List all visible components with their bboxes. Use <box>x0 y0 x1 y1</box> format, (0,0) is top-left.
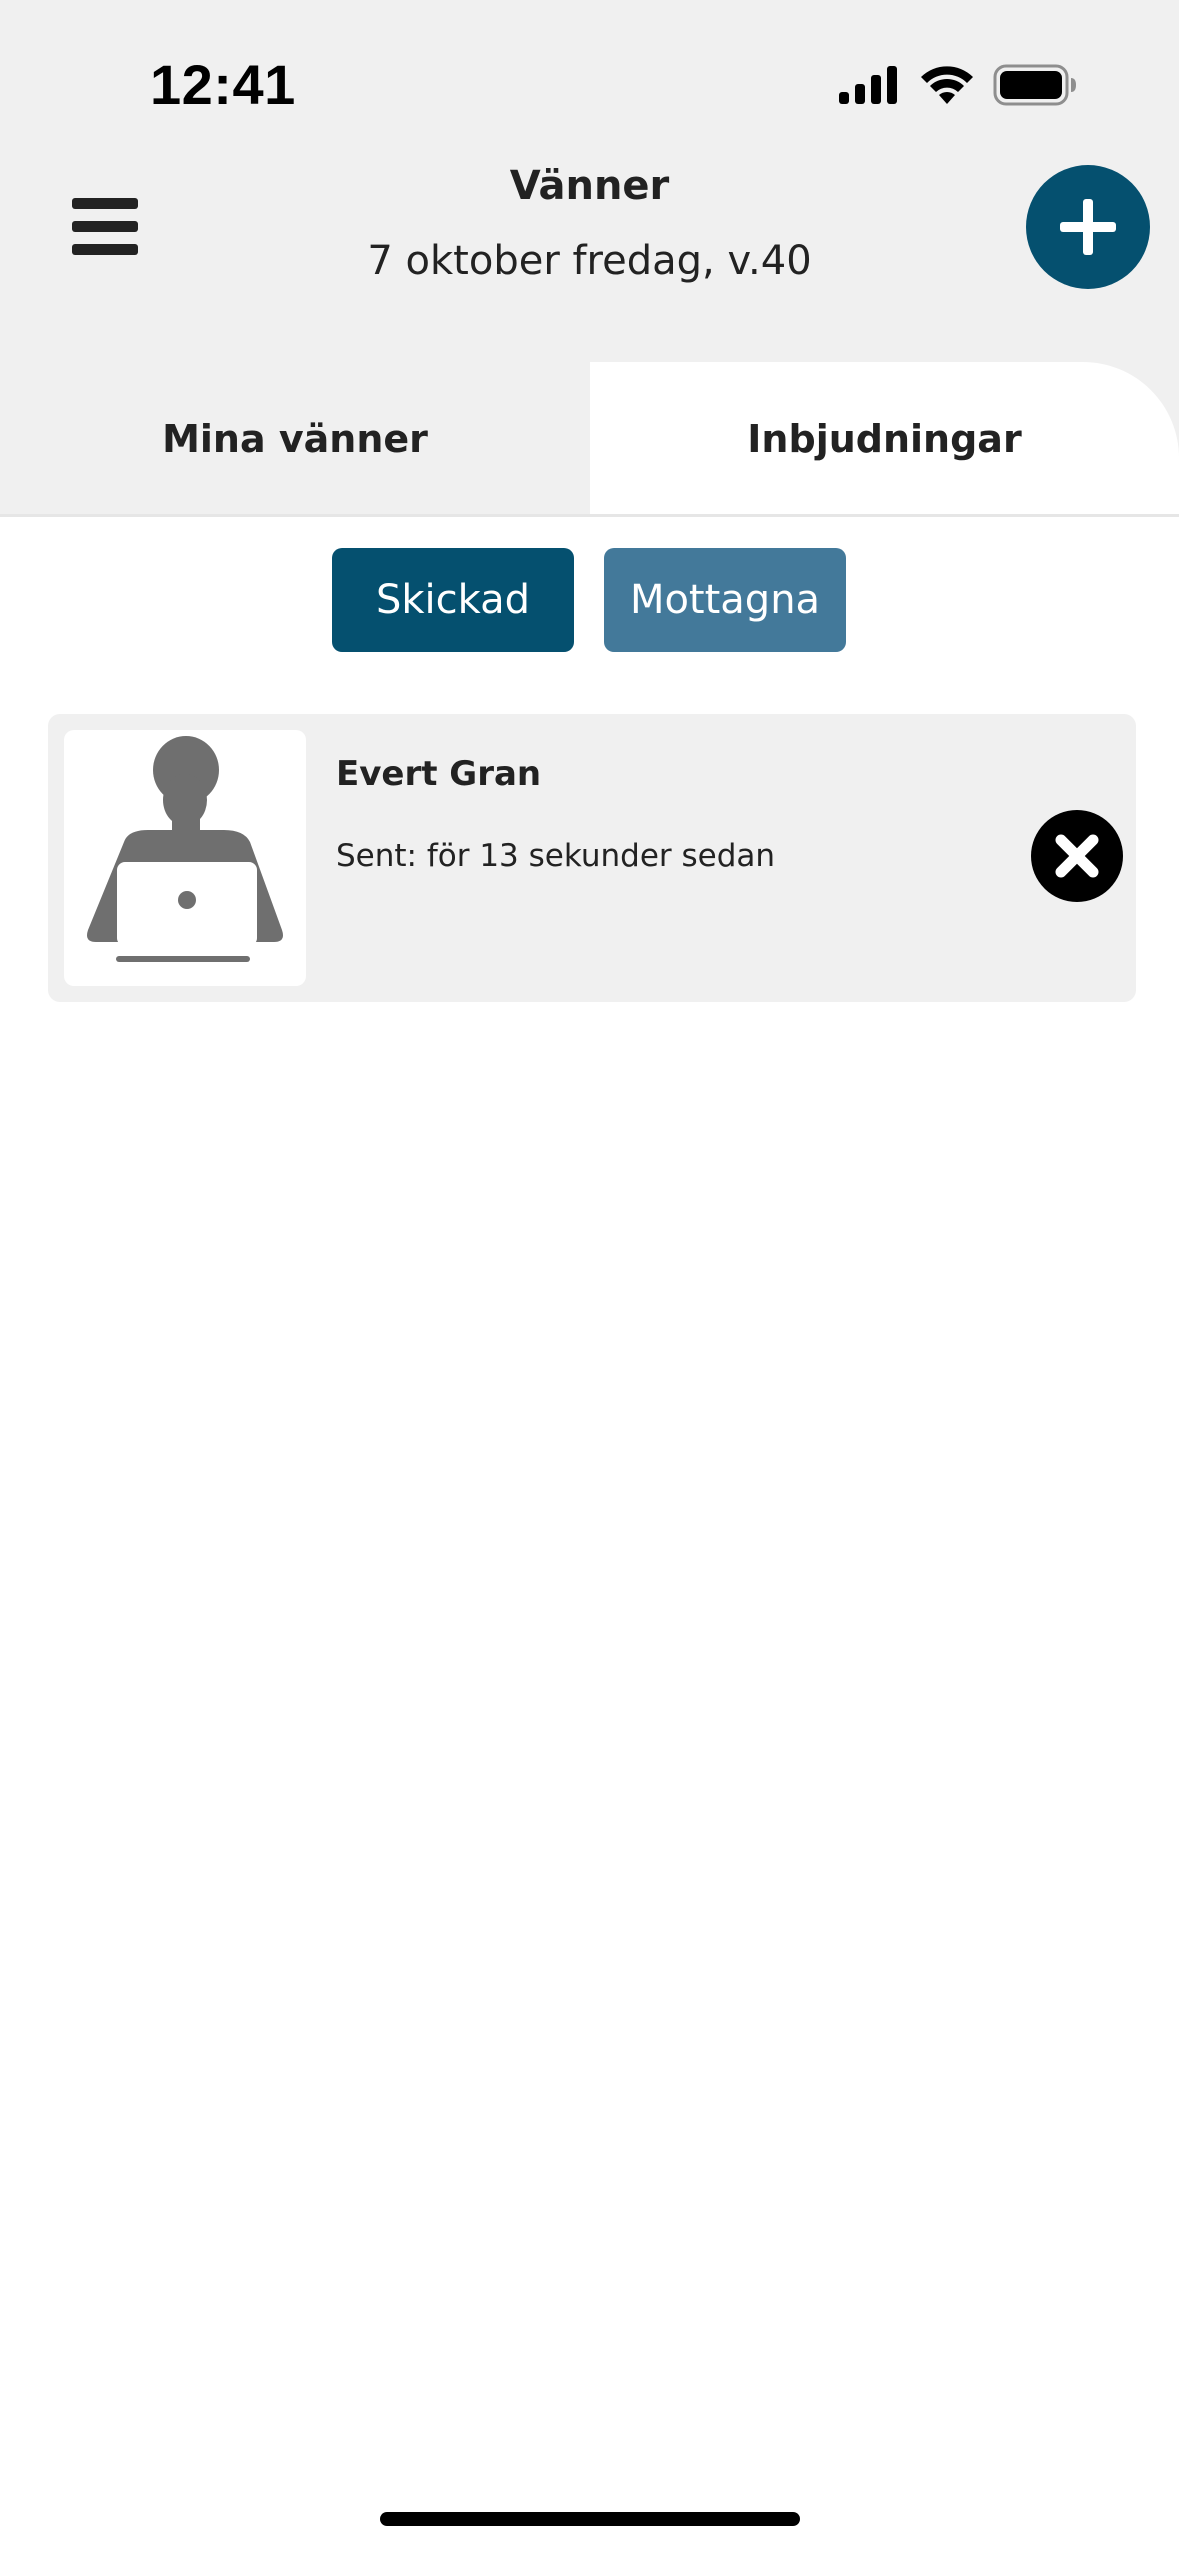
battery-icon <box>993 64 1076 106</box>
friends-screen: 12:41 Vänner 7 oktober fredag, v.40 Mina… <box>0 0 1179 2556</box>
close-icon <box>1055 834 1099 878</box>
status-time: 12:41 <box>150 53 296 116</box>
tab-my-friends[interactable]: Mina vänner <box>0 362 590 516</box>
invite-status: Sent: för 13 sekunder sedan <box>336 838 776 874</box>
cellular-signal-icon <box>839 66 897 104</box>
cancel-invite-button[interactable] <box>1031 810 1123 902</box>
status-icons <box>839 62 1079 112</box>
tab-label: Mina vänner <box>162 417 428 461</box>
tab-label: Inbjudningar <box>747 417 1022 461</box>
wifi-icon <box>921 66 973 104</box>
invite-name: Evert Gran <box>336 754 542 794</box>
received-filter-button[interactable]: Mottagna <box>604 548 846 652</box>
home-indicator[interactable] <box>380 2512 800 2526</box>
tab-divider <box>0 514 1179 517</box>
tab-invitations[interactable]: Inbjudningar <box>590 362 1179 516</box>
person-with-laptop-avatar-icon <box>87 736 283 962</box>
sent-filter-button[interactable]: Skickad <box>332 548 574 652</box>
avatar <box>64 730 306 986</box>
page-title: Vänner <box>509 163 670 209</box>
menu-line <box>72 221 138 232</box>
add-friend-button[interactable] <box>1026 165 1150 289</box>
page-date-subtitle: 7 oktober fredag, v.40 <box>367 238 812 284</box>
invite-card: Evert Gran Sent: för 13 sekunder sedan <box>48 714 1136 1002</box>
plus-icon <box>1060 199 1116 255</box>
